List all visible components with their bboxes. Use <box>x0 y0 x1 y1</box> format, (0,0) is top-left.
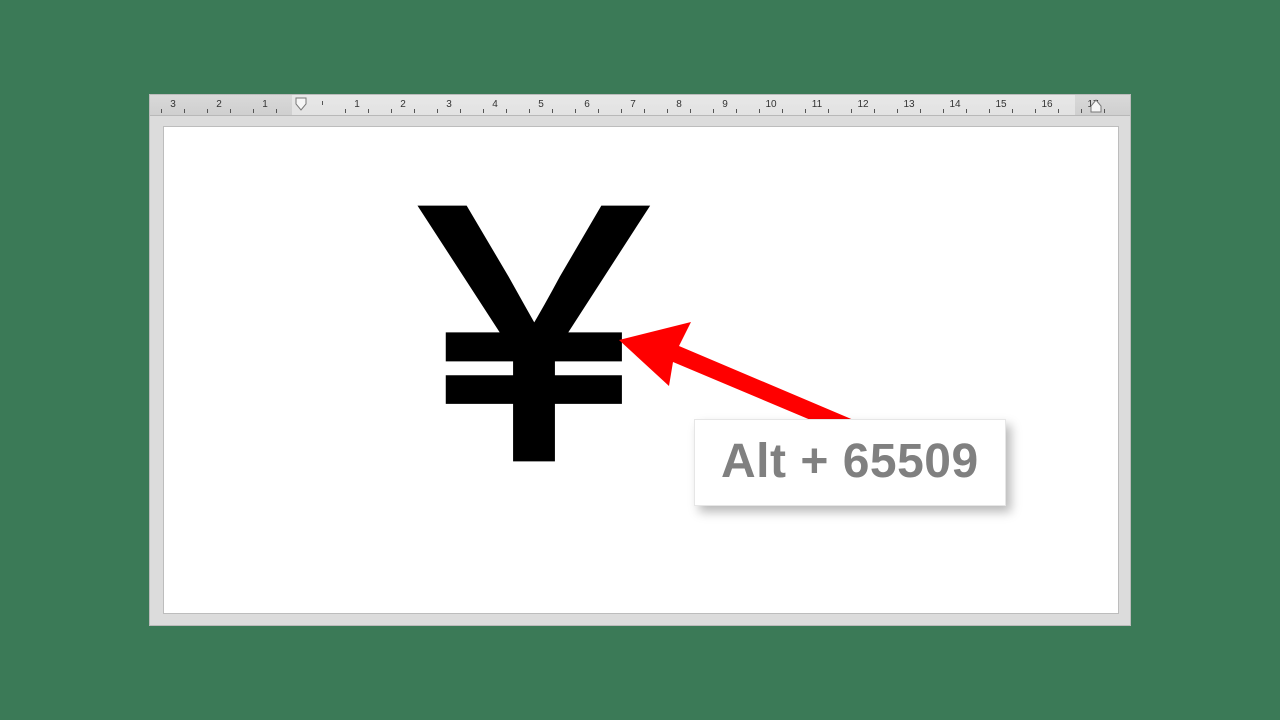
ruler-number: 2 <box>196 95 242 115</box>
ruler-number: 6 <box>564 95 610 115</box>
shortcut-text: Alt + 65509 <box>721 435 979 488</box>
ruler-number: 13 <box>886 95 932 115</box>
yen-symbol: ￥ <box>364 172 704 512</box>
ruler-number: 8 <box>656 95 702 115</box>
ruler-number: 14 <box>932 95 978 115</box>
shortcut-callout: Alt + 65509 <box>694 419 1006 506</box>
ruler-number: 12 <box>840 95 886 115</box>
ruler-number: 16 <box>1024 95 1070 115</box>
ruler-number: 15 <box>978 95 1024 115</box>
editor-window: 3211234567891011121314151617 ￥ <box>149 94 1131 626</box>
horizontal-ruler[interactable]: 3211234567891011121314151617 <box>150 95 1130 116</box>
ruler-number: 5 <box>518 95 564 115</box>
ruler-number: 7 <box>610 95 656 115</box>
ruler-number: 1 <box>334 95 380 115</box>
ruler-number: 4 <box>472 95 518 115</box>
ruler-number: 9 <box>702 95 748 115</box>
ruler-number: 1 <box>242 95 288 115</box>
ruler-number: 3 <box>150 95 196 115</box>
page-container: ￥ Alt + 65509 <box>150 116 1130 625</box>
document-page[interactable]: ￥ Alt + 65509 <box>163 126 1119 614</box>
ruler-number: 3 <box>426 95 472 115</box>
ruler-number: 11 <box>794 95 840 115</box>
ruler-number: 2 <box>380 95 426 115</box>
left-indent-marker-icon[interactable] <box>295 97 307 113</box>
right-indent-marker-icon[interactable] <box>1090 99 1102 113</box>
ruler-number: 10 <box>748 95 794 115</box>
